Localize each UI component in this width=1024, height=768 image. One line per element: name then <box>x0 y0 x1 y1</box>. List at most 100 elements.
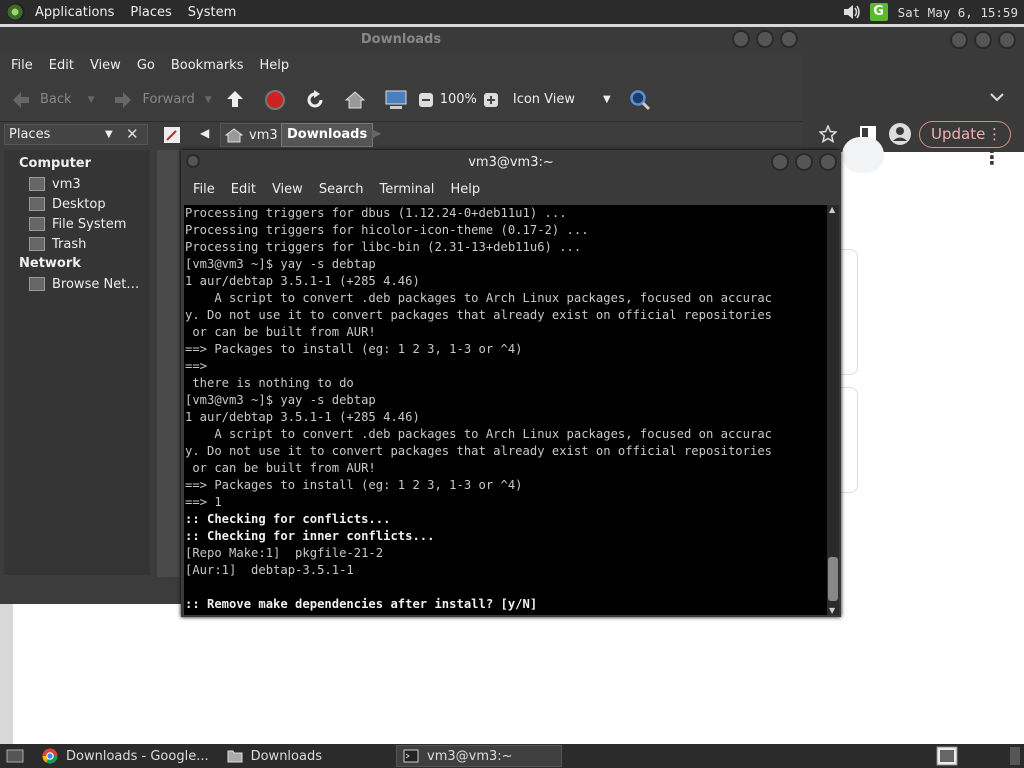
sidebar-item-browse-network[interactable]: Browse Net… <box>4 274 150 294</box>
scroll-down-icon[interactable]: ▼ <box>829 606 835 615</box>
file-manager-location-bar: Places ▼ ✕ ◀ vm3 Downloads ▶ <box>0 122 802 150</box>
path-button-vm3[interactable]: vm3 <box>220 123 283 147</box>
menu-dots-icon[interactable]: ⋮ <box>982 145 1002 169</box>
terminal-icon <box>403 749 419 763</box>
path-button-downloads[interactable]: Downloads <box>281 123 374 147</box>
browser-search-pill[interactable] <box>842 137 884 173</box>
menu-places[interactable]: Places <box>122 5 179 20</box>
minimize-icon[interactable] <box>950 31 968 49</box>
chevron-down-icon[interactable] <box>990 92 1004 102</box>
chevron-down-icon[interactable]: ▼ <box>88 95 95 105</box>
edit-location-icon[interactable] <box>163 126 181 144</box>
menu-bookmarks[interactable]: Bookmarks <box>163 58 252 73</box>
chevron-down-icon[interactable]: ▼ <box>603 94 611 105</box>
chevron-down-icon[interactable]: ▼ <box>105 125 113 144</box>
terminal-line: ==> Packages to install (eg: 1 2 3, 1-3 … <box>185 342 523 356</box>
task-label: vm3@vm3:~ <box>427 748 513 764</box>
zoom-out-icon[interactable] <box>418 92 434 108</box>
menu-file[interactable]: File <box>3 58 41 73</box>
desktop-folder-icon <box>29 197 45 211</box>
home-icon[interactable] <box>344 89 366 111</box>
back-button[interactable]: Back ▼ <box>10 89 94 111</box>
menu-edit[interactable]: Edit <box>223 182 264 197</box>
home-folder-icon <box>225 128 243 143</box>
distro-logo-icon[interactable] <box>7 3 25 21</box>
workspace-switcher-icon[interactable] <box>936 746 958 766</box>
sidebar-item-trash[interactable]: Trash <box>4 234 150 254</box>
zoom-in-icon[interactable] <box>483 92 499 108</box>
task-downloads-google[interactable]: Downloads - Google... <box>36 745 215 767</box>
terminal-menubar: File Edit View Search Terminal Help <box>181 176 841 203</box>
drive-icon <box>29 217 45 231</box>
minimize-icon[interactable] <box>771 153 789 171</box>
scrollbar-thumb[interactable] <box>828 557 838 601</box>
menu-file[interactable]: File <box>185 182 223 197</box>
computer-icon[interactable] <box>384 89 408 111</box>
star-icon[interactable] <box>819 125 837 143</box>
terminal-window: vm3@vm3:~ File Edit View Search Terminal… <box>181 150 841 617</box>
scroll-up-icon[interactable]: ▲ <box>829 205 835 214</box>
search-icon[interactable] <box>629 89 651 111</box>
task-terminal[interactable]: vm3@vm3:~ <box>396 745 562 767</box>
terminal-scrollbar[interactable]: ▲ ▼ <box>827 205 839 615</box>
more-vert-icon[interactable]: ⋮ <box>987 122 1002 147</box>
forward-label: Forward <box>142 92 195 107</box>
path-left-arrow-icon[interactable]: ◀ <box>200 126 209 140</box>
terminal-line: y. Do not use it to convert packages tha… <box>185 444 772 458</box>
reload-icon[interactable] <box>304 89 326 111</box>
view-mode-select[interactable]: Icon View <box>513 92 575 107</box>
maximize-icon[interactable] <box>974 31 992 49</box>
profile-avatar-icon[interactable] <box>889 123 911 145</box>
browser-toolbar: Update ⋮ <box>800 54 1024 152</box>
chrome-icon <box>42 748 58 764</box>
up-arrow-icon[interactable] <box>224 89 246 111</box>
maximize-icon[interactable] <box>795 153 813 171</box>
sidebar-item-label: Browse Net… <box>52 276 140 292</box>
volume-icon[interactable] <box>842 4 862 20</box>
terminal-lines: Processing triggers for dbus (1.12.24-0+… <box>184 205 827 613</box>
sidebar-item-label: File System <box>52 216 127 232</box>
arrow-right-icon <box>115 91 132 108</box>
clock[interactable]: Sat May 6, 15:59 <box>898 5 1018 20</box>
task-downloads-folder[interactable]: Downloads <box>221 745 328 767</box>
menu-view[interactable]: View <box>264 182 311 197</box>
chevron-down-icon[interactable]: ▼ <box>205 95 212 105</box>
close-icon[interactable] <box>780 30 798 48</box>
menu-help[interactable]: Help <box>251 58 297 73</box>
zoom-level: 100% <box>439 92 477 107</box>
menu-system[interactable]: System <box>180 5 244 20</box>
menu-applications[interactable]: Applications <box>27 5 122 20</box>
trash-icon <box>29 237 45 251</box>
maximize-icon[interactable] <box>756 30 774 48</box>
minimize-icon[interactable] <box>732 30 750 48</box>
terminal-line: A script to convert .deb packages to Arc… <box>185 291 772 305</box>
sidebar-item-desktop[interactable]: Desktop <box>4 194 150 214</box>
menu-go[interactable]: Go <box>129 58 163 73</box>
terminal-output[interactable]: Processing triggers for dbus (1.12.24-0+… <box>184 205 827 615</box>
close-icon[interactable] <box>998 31 1016 49</box>
folder-icon <box>227 750 243 763</box>
menu-terminal[interactable]: Terminal <box>371 182 442 197</box>
show-desktop-icon[interactable] <box>6 748 24 764</box>
close-sidebar-icon[interactable]: ✕ <box>126 125 139 143</box>
window-menu-icon[interactable] <box>186 154 200 168</box>
sidebar-item-vm3[interactable]: vm3 <box>4 174 150 194</box>
menu-help[interactable]: Help <box>442 182 488 197</box>
forward-button[interactable]: Forward ▼ <box>112 89 212 111</box>
path-label: Downloads <box>287 127 368 142</box>
update-button[interactable]: Update ⋮ <box>919 121 1011 148</box>
terminal-line: there is nothing to do <box>185 376 354 390</box>
trash-applet-icon[interactable] <box>1010 747 1020 765</box>
path-right-arrow-icon[interactable]: ▶ <box>372 126 381 140</box>
menu-view[interactable]: View <box>82 58 129 73</box>
menu-edit[interactable]: Edit <box>41 58 82 73</box>
stop-icon[interactable] <box>264 89 286 111</box>
terminal-line: A script to convert .deb packages to Arc… <box>185 427 772 441</box>
update-notifier-icon[interactable]: G <box>869 3 888 21</box>
menu-search[interactable]: Search <box>311 182 372 197</box>
terminal-line: [vm3@vm3 ~]$ yay -s debtap <box>185 257 376 271</box>
close-icon[interactable] <box>819 153 837 171</box>
terminal-line: [Repo Make:1] pkgfile-21-2 <box>185 546 384 560</box>
sidebar-item-file-system[interactable]: File System <box>4 214 150 234</box>
